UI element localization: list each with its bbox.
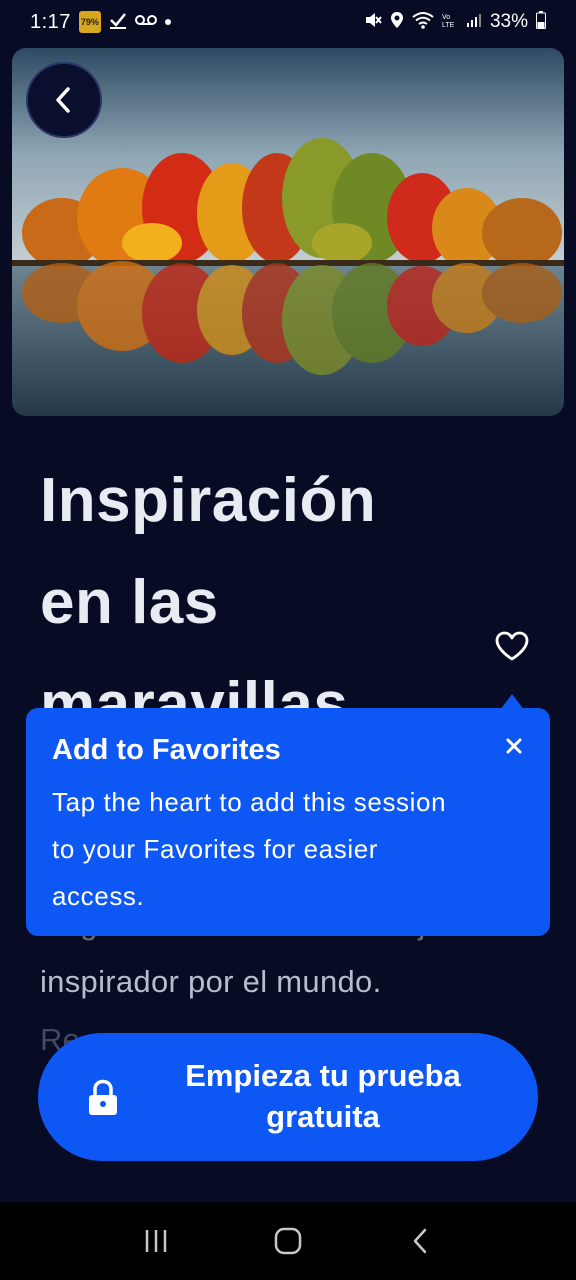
close-icon: [506, 738, 522, 754]
tooltip-body: Tap the heart to add this session to you…: [52, 787, 447, 911]
battery-percent: 33%: [489, 11, 528, 32]
svg-text:Vo: Vo: [442, 14, 450, 21]
tooltip-title: Add to Favorites: [52, 734, 281, 766]
description-line-1: inspirador por el mundo.: [40, 964, 382, 999]
recent-apps-icon: [145, 1230, 167, 1252]
back-button[interactable]: [26, 62, 102, 138]
signal-icon: [466, 12, 482, 32]
start-trial-label: Empieza tu prueba gratuita: [148, 1055, 498, 1137]
favorites-tooltip: Add to Favorites Tap the heart to add th…: [26, 708, 550, 936]
mute-icon: [364, 11, 382, 33]
heart-outline-icon: [495, 631, 529, 661]
svg-text:LTE: LTE: [442, 22, 455, 29]
recent-apps-button[interactable]: [126, 1211, 186, 1271]
checkmark-download-icon: [109, 11, 127, 33]
start-trial-button[interactable]: Empieza tu prueba gratuita: [38, 1033, 538, 1161]
title-line-2: en las: [40, 568, 219, 637]
home-button[interactable]: [258, 1211, 318, 1271]
home-icon: [274, 1227, 302, 1255]
chevron-left-icon: [56, 87, 70, 113]
lock-icon: [89, 1079, 117, 1115]
status-bar: 1:17 79% Vo LTE 33%: [0, 0, 576, 44]
start-trial-label-line-1: Empieza tu prueba: [185, 1058, 461, 1093]
title-line-1: Inspiración: [40, 466, 377, 535]
voicemail-icon: [134, 14, 157, 30]
status-right: Vo LTE 33%: [364, 11, 546, 33]
start-trial-label-line-2: gratuita: [266, 1099, 380, 1134]
status-time: 1:17: [30, 10, 71, 33]
location-icon: [390, 11, 404, 33]
battery-icon: [536, 11, 546, 33]
favorite-button[interactable]: [490, 624, 534, 668]
notification-badge-icon: 79%: [78, 11, 101, 33]
system-back-button[interactable]: [390, 1211, 450, 1271]
status-left: 1:17 79%: [30, 11, 171, 34]
system-nav-bar: [0, 1202, 576, 1280]
tooltip-close-button[interactable]: [500, 732, 528, 760]
back-icon: [413, 1228, 427, 1254]
dot-icon: [164, 19, 171, 25]
lte-icon: Vo LTE: [442, 11, 458, 33]
wifi-icon: [412, 11, 434, 33]
